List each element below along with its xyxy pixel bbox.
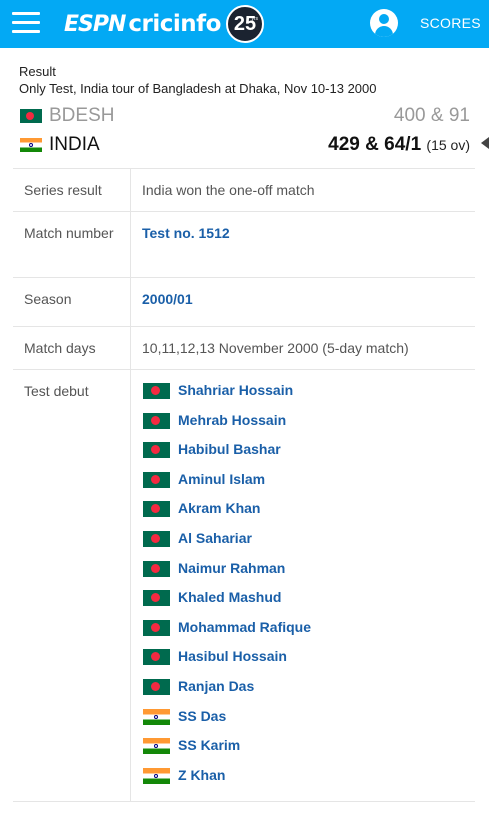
india-flag-icon — [143, 767, 170, 784]
debut-player-item[interactable]: Shahriar Hossain — [143, 382, 465, 412]
team-row-bangladesh[interactable]: BDESH 400 & 91 — [19, 103, 470, 129]
details-row-season: Season 2000/01 — [13, 278, 475, 327]
bangladesh-flag-icon — [143, 530, 170, 547]
team-score: 429 & 64/1 (15 ov) — [328, 134, 470, 156]
bangladesh-flag-icon — [143, 442, 170, 459]
debut-player-item[interactable]: Aminul Islam — [143, 471, 465, 501]
bangladesh-flag-icon — [143, 560, 170, 577]
debut-player-name-link[interactable]: Mohammad Rafique — [178, 619, 311, 636]
debut-player-item[interactable]: SS Karim — [143, 737, 465, 767]
team-row-india[interactable]: INDIA 429 & 64/1 (15 ov) — [19, 132, 470, 158]
debut-player-name-link[interactable]: Al Sahariar — [178, 530, 252, 547]
bangladesh-flag-icon — [143, 383, 170, 399]
details-label: Series result — [13, 169, 131, 211]
debut-player-name-link[interactable]: Z Khan — [178, 767, 225, 784]
details-label: Match days — [13, 327, 131, 369]
season-link[interactable]: 2000/01 — [131, 278, 475, 326]
team-score: 400 & 91 — [393, 105, 470, 126]
batting-indicator-icon — [481, 137, 489, 149]
debut-player-name-link[interactable]: Aminul Islam — [178, 471, 265, 488]
match-description: Only Test, India tour of Bangladesh at D… — [19, 81, 377, 96]
menu-icon[interactable] — [12, 12, 40, 34]
bangladesh-flag-icon — [143, 412, 170, 429]
logo-cricinfo-text: cricinfo — [128, 11, 221, 37]
scores-link[interactable]: SCORES — [420, 15, 481, 31]
details-row-test-debut: Test debut Shahriar Hossain Mehrab Hossai… — [13, 370, 475, 802]
top-bar: ESPN cricinfo 25 yrs SCORES — [0, 0, 489, 48]
result-label: Result — [19, 64, 56, 79]
bangladesh-flag-icon — [143, 619, 170, 636]
team-overs: (15 ov) — [426, 137, 470, 153]
logo-espn-text: ESPN — [64, 11, 126, 37]
debut-player-name-link[interactable]: Akram Khan — [178, 500, 260, 517]
test-debut-list: Shahriar Hossain Mehrab Hossain Habibul Ba… — [143, 382, 465, 796]
espncricinfo-logo[interactable]: ESPN cricinfo 25 yrs — [64, 5, 264, 43]
details-value: 10,11,12,13 November 2000 (5-day match) — [142, 340, 409, 356]
debut-player-name-link[interactable]: Shahriar Hossain — [178, 382, 293, 399]
details-value: India won the one-off match — [142, 182, 315, 198]
india-flag-icon — [143, 738, 170, 755]
debut-player-item[interactable]: SS Das — [143, 708, 465, 738]
debut-player-item[interactable]: Ranjan Das — [143, 678, 465, 708]
match-number-link[interactable]: Test no. 1512 — [131, 212, 475, 277]
debut-player-name-link[interactable]: Hasibul Hossain — [178, 648, 287, 665]
details-row-match-days: Match days 10,11,12,13 November 2000 (5-… — [13, 327, 475, 370]
bangladesh-flag-icon — [143, 590, 170, 607]
india-flag-icon — [20, 138, 42, 152]
debut-player-item[interactable]: Habibul Bashar — [143, 441, 465, 471]
details-row-series-result: Series result India won the one-off matc… — [13, 169, 475, 212]
debut-player-item[interactable]: Mohammad Rafique — [143, 619, 465, 649]
details-value: Shahriar Hossain Mehrab Hossain Habibul Ba… — [131, 370, 475, 801]
bangladesh-flag-icon — [143, 501, 170, 518]
details-label: Test debut — [13, 370, 131, 801]
debut-player-name-link[interactable]: Habibul Bashar — [178, 441, 281, 458]
anniversary-badge-suffix: yrs — [251, 16, 258, 22]
debut-player-item[interactable]: Akram Khan — [143, 500, 465, 530]
match-details-table: Series result India won the one-off matc… — [13, 168, 475, 802]
team-name: BDESH — [49, 105, 115, 126]
details-row-match-number: Match number Test no. 1512 — [13, 212, 475, 278]
bangladesh-flag-icon — [143, 649, 170, 666]
team-score-runs: 429 & 64/1 — [328, 134, 422, 155]
user-account-icon[interactable] — [370, 9, 398, 37]
debut-player-name-link[interactable]: Ranjan Das — [178, 678, 254, 695]
debut-player-name-link[interactable]: Naimur Rahman — [178, 560, 285, 577]
bangladesh-flag-icon — [143, 471, 170, 488]
debut-player-name-link[interactable]: SS Das — [178, 708, 226, 725]
anniversary-badge: 25 yrs — [225, 5, 264, 43]
debut-player-item[interactable]: Mehrab Hossain — [143, 412, 465, 442]
bangladesh-flag-icon — [143, 678, 170, 695]
details-label: Season — [13, 278, 131, 326]
debut-player-name-link[interactable]: SS Karim — [178, 737, 240, 754]
details-label: Match number — [13, 212, 131, 277]
debut-player-item[interactable]: Naimur Rahman — [143, 560, 465, 590]
debut-player-item[interactable]: Z Khan — [143, 767, 465, 797]
debut-player-name-link[interactable]: Mehrab Hossain — [178, 412, 286, 429]
debut-player-item[interactable]: Al Sahariar — [143, 530, 465, 560]
india-flag-icon — [143, 708, 170, 725]
debut-player-item[interactable]: Khaled Mashud — [143, 589, 465, 619]
team-name: INDIA — [49, 134, 100, 155]
bangladesh-flag-icon — [20, 109, 42, 123]
debut-player-item[interactable]: Hasibul Hossain — [143, 648, 465, 678]
debut-player-name-link[interactable]: Khaled Mashud — [178, 589, 281, 606]
